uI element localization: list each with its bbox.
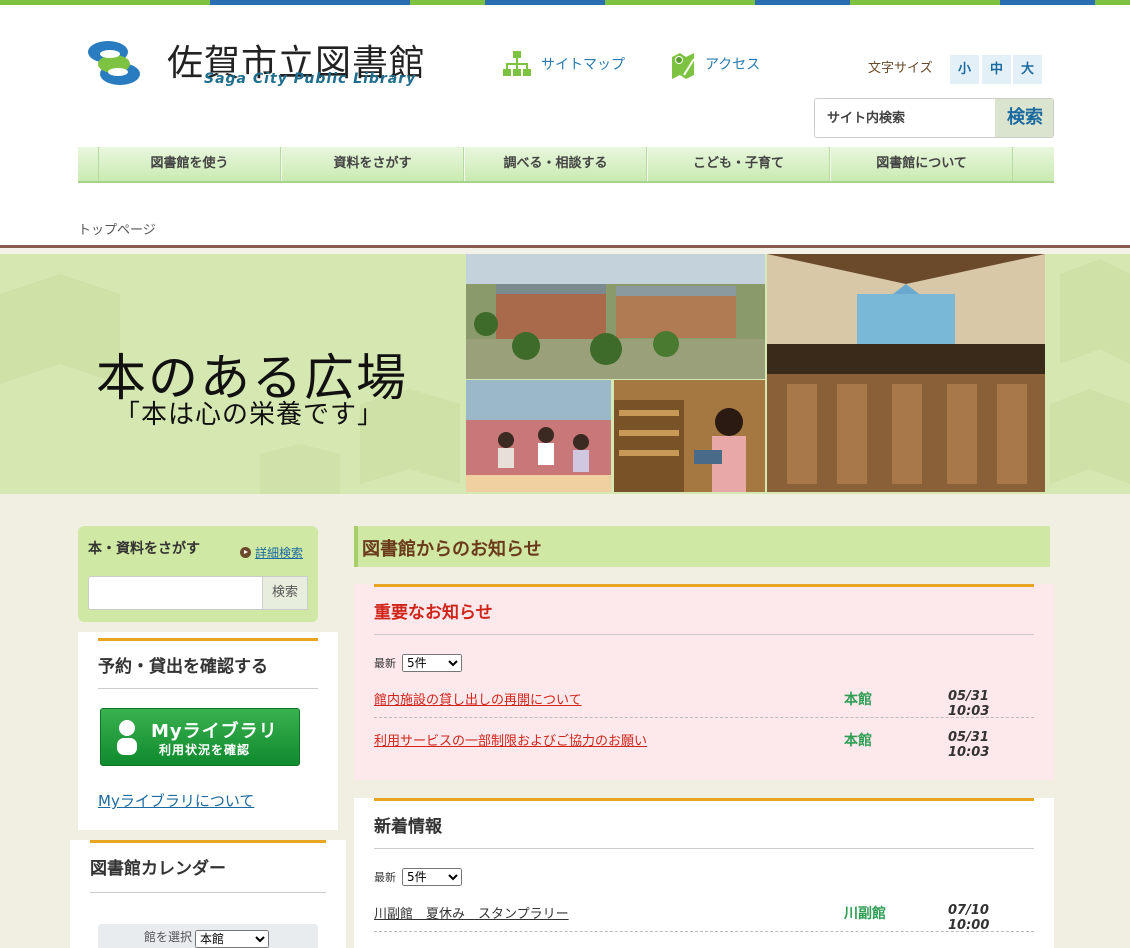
access-label: アクセス	[705, 57, 761, 73]
sitemap-link[interactable]: サイトマップ	[502, 49, 625, 79]
news-branch: 川副館	[844, 906, 886, 922]
notice-date: 05/31 10:03	[948, 689, 990, 719]
list-item: 川副館 夏休み スタンプラリー 川副館 07/10 10:00	[374, 891, 1034, 933]
arrow-bullet-icon	[240, 547, 251, 558]
about-my-library-link[interactable]: Myライブラリについて	[98, 790, 254, 811]
sitemap-icon	[503, 51, 531, 76]
branch-select-area: 館を選択 本館	[98, 924, 318, 948]
whats-new-panel: 新着情報 最新 5件 川副館 夏休み スタンプラリー 川副館 07/10 10:…	[354, 798, 1054, 948]
nav-item-use-library[interactable]: 図書館を使う	[98, 147, 281, 181]
site-search-input[interactable]	[815, 99, 995, 137]
count-label: 最新	[374, 657, 396, 670]
reservation-panel: 予約・貸出を確認する Myライブラリ 利用状況を確認 Myライブラリについて	[78, 632, 338, 830]
site-title-english: Saga City Public Library	[204, 71, 417, 87]
material-search-box: 本・資料をさがす 詳細検索 検索	[78, 526, 318, 622]
access-link[interactable]: アクセス	[670, 49, 760, 79]
important-count-control: 最新 5件	[374, 654, 462, 672]
divider	[98, 688, 318, 689]
divider	[90, 892, 326, 893]
sitemap-label: サイトマップ	[541, 57, 625, 73]
material-search-input[interactable]	[88, 576, 262, 610]
panel-accent-bar	[90, 840, 326, 843]
notice-title-link[interactable]: 利用サービスの一部制限およびご協力のお願い	[374, 730, 647, 749]
notice-branch: 本館	[844, 733, 872, 749]
list-item: 館内施設の貸し出しの再開について 本館 05/31 10:03	[374, 677, 1034, 719]
font-size-medium-button[interactable]: 中	[982, 55, 1011, 84]
library-interior-photo	[767, 254, 1045, 492]
news-heading-label: 図書館からのお知らせ	[362, 539, 542, 560]
my-library-title: Myライブラリ	[151, 721, 278, 742]
site-header: 佐賀市立図書館 Saga City Public Library サイトマップ …	[0, 5, 1130, 248]
breadcrumb: トップページ	[78, 223, 156, 238]
news-heading: 図書館からのお知らせ	[354, 526, 1050, 567]
notice-branch: 本館	[844, 692, 872, 708]
font-size-label: 文字サイズ	[868, 61, 933, 76]
important-count-select[interactable]: 5件	[402, 654, 462, 672]
advanced-search-label: 詳細検索	[255, 546, 304, 560]
book-decoration-right-icon	[1050, 259, 1130, 484]
library-calendar-panel: 図書館カレンダー 館を選択 本館	[70, 840, 346, 948]
nav-item-children[interactable]: こども・子育て	[647, 147, 830, 181]
hero-banner: 本のある広場 「本は心の栄養です」	[0, 254, 1130, 494]
map-pin-icon	[672, 53, 695, 79]
woman-reading-photo	[614, 380, 765, 492]
panel-accent-bar	[374, 798, 1034, 801]
nav-item-find-materials[interactable]: 資料をさがす	[281, 147, 464, 181]
reservation-title: 予約・貸出を確認する	[98, 657, 268, 677]
library-logo-icon[interactable]	[84, 34, 144, 94]
advanced-search-link[interactable]: 詳細検索	[240, 544, 303, 561]
whats-new-title: 新着情報	[374, 817, 442, 837]
nav-item-about[interactable]: 図書館について	[830, 147, 1013, 181]
news-title-link[interactable]: 川副館 夏休み スタンプラリー	[374, 903, 569, 922]
notice-title-link[interactable]: 館内施設の貸し出しの再開について	[374, 689, 582, 708]
notice-date: 05/31 10:03	[948, 730, 990, 760]
material-search-button[interactable]: 検索	[262, 576, 308, 610]
nav-item-research[interactable]: 調べる・相談する	[464, 147, 647, 181]
panel-accent-bar	[98, 638, 318, 641]
library-aerial-photo	[466, 254, 765, 379]
important-notices-title: 重要なお知らせ	[374, 603, 493, 623]
branch-select-label: 館を選択	[144, 930, 193, 944]
count-label: 最新	[374, 871, 396, 884]
news-date: 07/10 10:00	[948, 903, 990, 933]
material-search-title: 本・資料をさがす	[88, 541, 200, 557]
my-library-button[interactable]: Myライブラリ 利用状況を確認	[100, 708, 300, 766]
global-nav: 図書館を使う 資料をさがす 調べる・相談する こども・子育て 図書館について	[78, 147, 1054, 183]
site-search: 検索	[814, 98, 1054, 138]
whats-new-count-control: 最新 5件	[374, 868, 462, 886]
calendar-title: 図書館カレンダー	[90, 859, 226, 879]
panel-accent-bar	[374, 584, 1034, 587]
font-size-small-button[interactable]: 小	[950, 55, 979, 84]
important-notices-panel: 重要なお知らせ 最新 5件 館内施設の貸し出しの再開について 本館 05/31 …	[354, 584, 1054, 780]
whats-new-count-select[interactable]: 5件	[402, 868, 462, 886]
site-search-button[interactable]: 検索	[995, 99, 1053, 137]
children-reading-photo	[466, 380, 611, 492]
list-item: 利用サービスの一部制限およびご協力のお願い 本館 05/31 10:03	[374, 718, 1034, 760]
hero-subtitle: 「本は心の栄養です」	[114, 400, 385, 430]
divider	[374, 848, 1034, 849]
my-library-subtitle: 利用状況を確認	[159, 743, 251, 757]
divider	[374, 634, 1034, 635]
user-icon	[117, 720, 137, 755]
font-size-large-button[interactable]: 大	[1013, 55, 1042, 84]
branch-select[interactable]: 本館	[195, 930, 269, 948]
